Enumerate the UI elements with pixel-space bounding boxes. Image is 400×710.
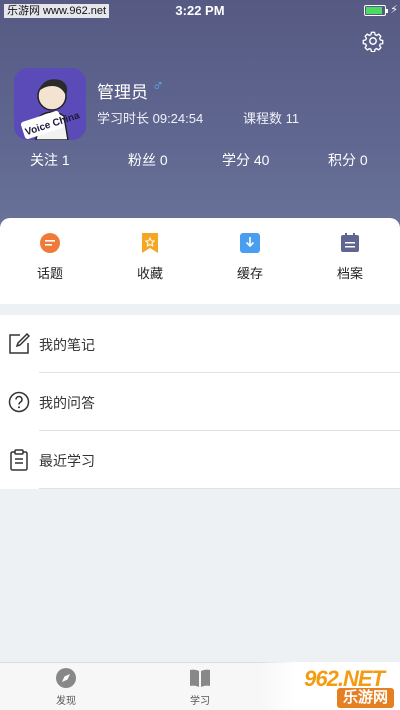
stats-row: 关注 1 粉丝 0 学分 40 积分 0 [0,150,400,172]
stat-points[interactable]: 积分 0 [328,150,368,170]
stat-followers[interactable]: 粉丝 0 [128,150,168,170]
quick-action-archive[interactable]: 档案 [310,232,390,282]
menu-item-qa[interactable]: 我的问答 [0,373,400,431]
tab-study[interactable]: 学习 [160,667,240,707]
clipboard-icon [10,449,28,471]
book-icon [190,669,210,687]
avatar[interactable]: Voice China [14,68,86,140]
download-icon [240,233,260,253]
quick-actions-card: 话题 收藏 缓存 档案 [0,218,400,304]
quick-action-download[interactable]: 缓存 [210,232,290,282]
status-time: 3:22 PM [175,3,225,18]
menu-item-label: 我的问答 [39,395,95,411]
course-count: 课程数 11 [243,111,300,126]
stat-credits[interactable]: 学分 40 [222,150,269,170]
edit-icon [9,333,30,354]
archive-icon [341,233,359,252]
tab-label: 发现 [56,696,76,707]
menu-item-label: 我的笔记 [39,337,95,353]
menu-list: 我的笔记 我的问答 最近学习 [0,315,400,489]
user-name: 管理员 [97,83,148,102]
profile-header: 乐游网 www.962.net 3:22 PM ⚡ Voice China 管理… [0,0,400,240]
question-icon [8,391,30,413]
topic-icon [40,233,60,253]
divider [39,488,400,489]
gender-male-icon: ♂ [152,78,164,95]
quick-action-label: 缓存 [236,266,263,281]
watermark-sub: 乐游网 [336,688,394,708]
settings-gear-icon[interactable] [362,30,384,52]
study-time: 学习时长 09:24:54 [97,111,204,126]
favorite-icon [142,233,158,253]
tab-label: 学习 [190,696,210,707]
avatar-image: Voice China [14,68,86,140]
quick-action-label: 收藏 [136,266,163,281]
tab-discover[interactable]: 发现 [26,667,106,707]
charging-icon: ⚡ [390,4,398,16]
quick-action-label: 档案 [336,266,363,281]
menu-item-label: 最近学习 [39,453,95,469]
menu-item-notes[interactable]: 我的笔记 [0,315,400,373]
quick-action-topic[interactable]: 话题 [10,232,90,282]
battery-icon [364,5,388,16]
compass-icon [56,668,76,688]
menu-item-recent[interactable]: 最近学习 [0,431,400,489]
status-bar: 乐游网 www.962.net 3:22 PM ⚡ [0,0,400,22]
stat-following[interactable]: 关注 1 [30,150,70,170]
quick-action-favorite[interactable]: 收藏 [110,232,190,282]
quick-action-label: 话题 [36,266,63,281]
